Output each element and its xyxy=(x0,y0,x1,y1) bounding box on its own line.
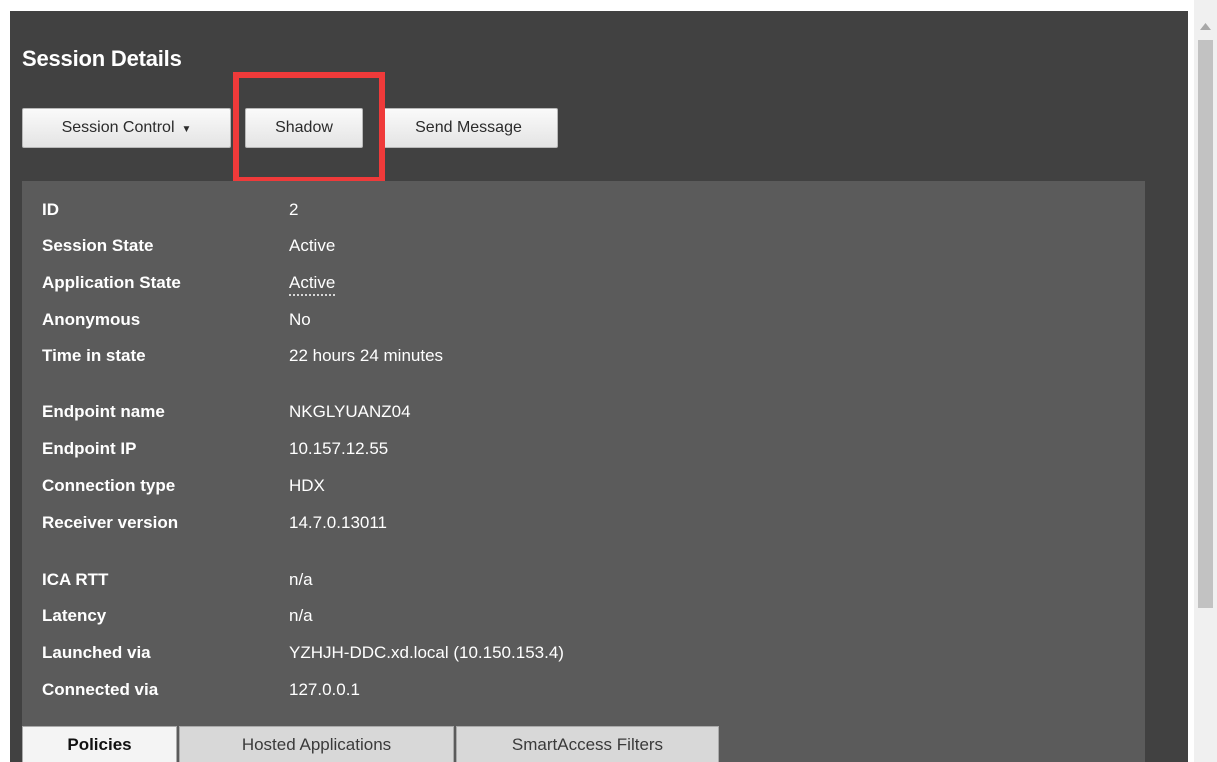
detail-value: Active xyxy=(289,236,336,255)
detail-value: 10.157.12.55 xyxy=(289,439,389,458)
detail-row-launched-via: Launched via YZHJH-DDC.xd.local (10.150.… xyxy=(22,643,1145,673)
tab-label: SmartAccess Filters xyxy=(511,734,664,754)
detail-row-time-in-state: Time in state 22 hours 24 minutes xyxy=(22,346,1145,376)
scrollbar-thumb[interactable] xyxy=(1198,40,1213,608)
tab-label: Policies xyxy=(67,734,132,754)
shadow-label: Shadow xyxy=(275,119,333,136)
arrow-up-icon[interactable] xyxy=(1194,16,1217,36)
detail-row-ica-rtt: ICA RTT n/a xyxy=(22,570,1145,600)
caret-down-icon: ▼ xyxy=(181,123,192,135)
detail-label: ID xyxy=(42,200,59,219)
detail-row-endpoint-ip: Endpoint IP 10.157.12.55 xyxy=(22,439,1145,469)
session-control-button[interactable]: Session Control ▼ xyxy=(22,108,231,148)
detail-value: No xyxy=(289,310,311,329)
tab-hosted-applications[interactable]: Hosted Applications xyxy=(179,726,454,762)
detail-label: ICA RTT xyxy=(42,570,109,589)
detail-label: Application State xyxy=(42,273,181,292)
session-details-list: ID 2 Session State Active Application St… xyxy=(22,181,1145,762)
detail-row-application-state: Application State Active xyxy=(22,273,1145,303)
detail-row-connection-type: Connection type HDX xyxy=(22,476,1145,506)
shadow-button[interactable]: Shadow xyxy=(245,108,363,148)
detail-value: NKGLYUANZ04 xyxy=(289,402,411,421)
detail-label: Connected via xyxy=(42,680,159,699)
send-message-button[interactable]: Send Message xyxy=(379,108,558,148)
detail-value: 2 xyxy=(289,200,299,219)
application-state-link[interactable]: Active xyxy=(289,273,336,296)
detail-label: Session State xyxy=(42,236,154,255)
detail-label: Launched via xyxy=(42,643,151,662)
detail-row-session-state: Session State Active xyxy=(22,236,1145,266)
detail-value: 14.7.0.13011 xyxy=(289,513,387,532)
detail-row-latency: Latency n/a xyxy=(22,606,1145,636)
detail-label: Receiver version xyxy=(42,513,179,532)
send-message-label: Send Message xyxy=(415,119,522,136)
vertical-scrollbar[interactable] xyxy=(1194,0,1217,762)
detail-value: 127.0.0.1 xyxy=(289,680,360,699)
detail-value: HDX xyxy=(289,476,325,495)
detail-label: Latency xyxy=(42,606,107,625)
detail-row-endpoint-name: Endpoint name NKGLYUANZ04 xyxy=(22,402,1145,432)
detail-row-anonymous: Anonymous No xyxy=(22,310,1145,340)
tab-label: Hosted Applications xyxy=(241,734,392,754)
detail-label: Endpoint IP xyxy=(42,439,137,458)
detail-row-connected-via: Connected via 127.0.0.1 xyxy=(22,680,1145,710)
detail-row-receiver-version: Receiver version 14.7.0.13011 xyxy=(22,513,1145,543)
detail-value: 22 hours 24 minutes xyxy=(289,346,444,365)
detail-label: Anonymous xyxy=(42,310,141,329)
detail-value: n/a xyxy=(289,570,313,589)
detail-label: Connection type xyxy=(42,476,176,495)
tab-policies[interactable]: Policies xyxy=(22,726,177,762)
top-strip xyxy=(0,0,1217,11)
detail-row-id: ID 2 xyxy=(22,200,1145,230)
detail-value: YZHJH-DDC.xd.local (10.150.153.4) xyxy=(289,643,564,662)
session-control-label: Session Control xyxy=(61,119,175,136)
tab-smartaccess-filters[interactable]: SmartAccess Filters xyxy=(456,726,719,762)
detail-label: Endpoint name xyxy=(42,402,165,421)
page-title: Session Details xyxy=(22,46,182,71)
detail-value: n/a xyxy=(289,606,313,625)
detail-label: Time in state xyxy=(42,346,146,365)
